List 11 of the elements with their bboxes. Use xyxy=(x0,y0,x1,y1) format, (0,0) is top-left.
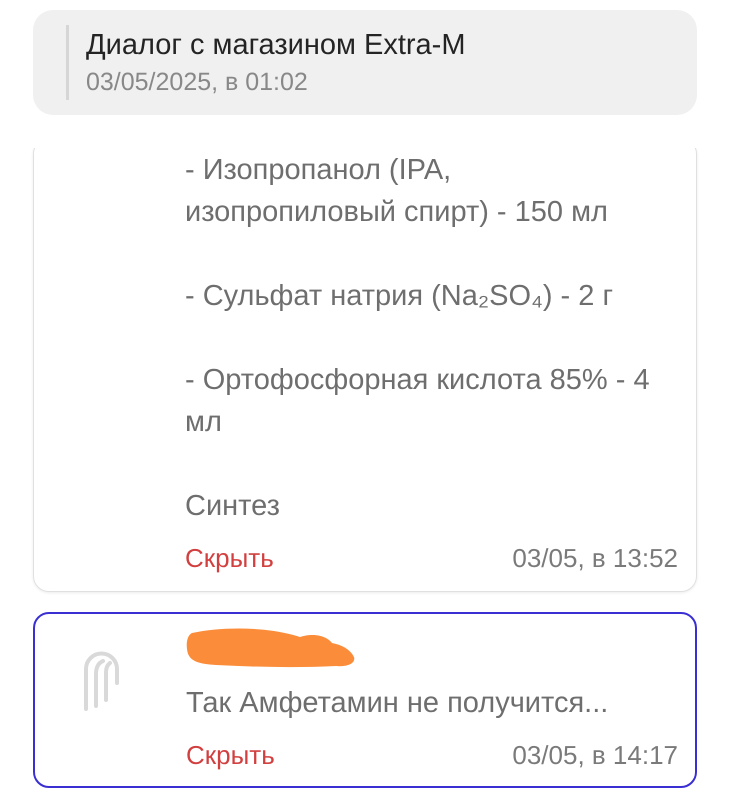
message-text: - Ортофосфорная кислота 85% - 4 мл xyxy=(185,363,651,440)
message-time: 03/05, в 14:17 xyxy=(512,740,678,770)
hide-link[interactable]: Скрыть xyxy=(185,543,274,573)
message-text: Так Амфетамин не получится... xyxy=(186,686,610,721)
hide-link[interactable]: Скрыть xyxy=(186,740,275,770)
dialog-title: Диалог с магазином Extra-M xyxy=(86,28,466,62)
dialog-date: 03/05/2025, в 01:02 xyxy=(86,67,309,97)
message-text: - Сульфат натрия (Na₂SO₄) - 2 г xyxy=(185,279,614,314)
message-text: - Изопропанол (IPA, изопропиловый спирт) - 150 мл xyxy=(185,153,609,230)
message-time: 03/05, в 13:52 xyxy=(512,543,678,573)
message-text: Синтез xyxy=(185,489,281,524)
